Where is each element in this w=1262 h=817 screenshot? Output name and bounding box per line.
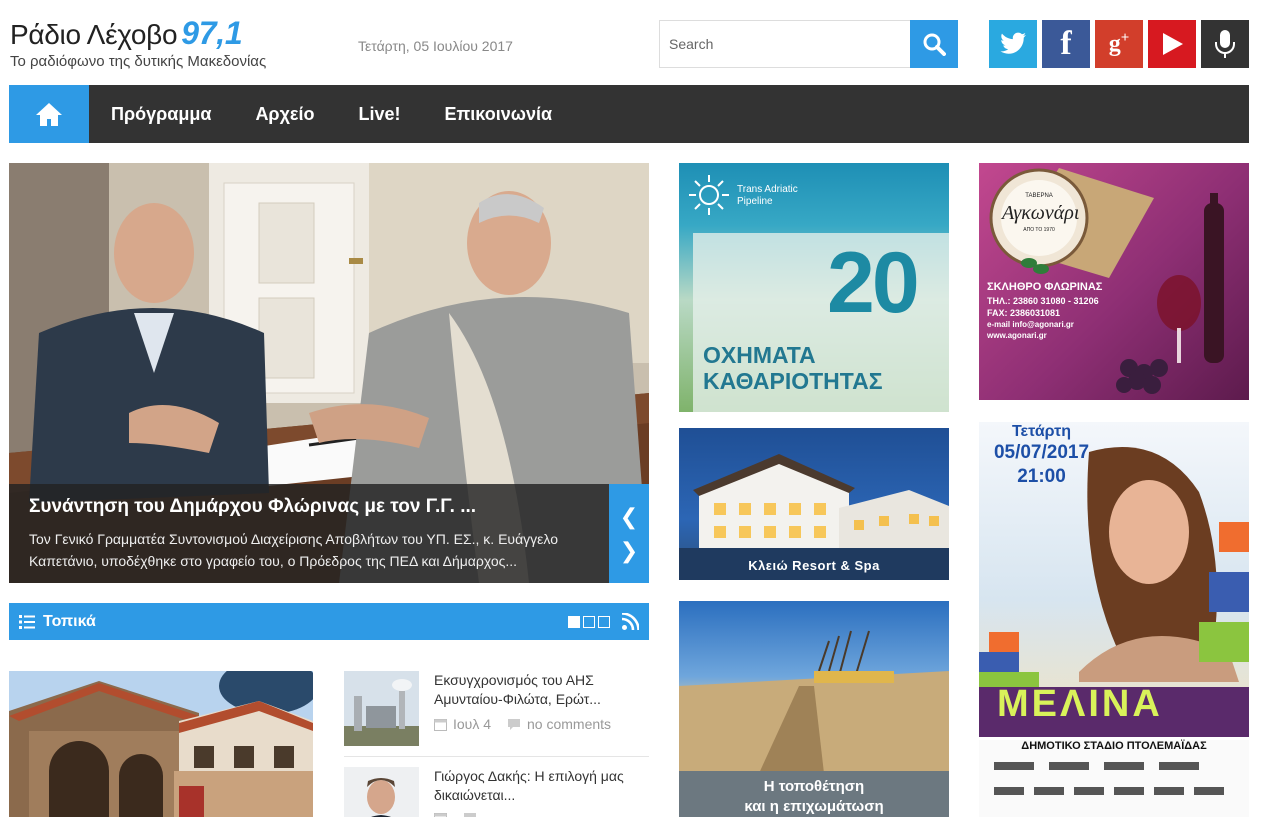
list-icon	[19, 614, 35, 629]
nav-item-program[interactable]: Πρόγραμμα	[89, 85, 233, 143]
twitter-button[interactable]	[989, 20, 1037, 68]
list-item-meta	[434, 812, 477, 817]
taverna-fax: FAX: 2386031081	[987, 308, 1061, 318]
logo-title: Ράδιο Λέχοβο 97,1	[10, 16, 320, 52]
list-item-date-text: Ιουλ 4	[453, 716, 492, 732]
calendar-icon	[434, 718, 447, 731]
search-button[interactable]	[910, 20, 958, 68]
chevron-left-icon[interactable]: ❮	[620, 505, 638, 528]
home-button[interactable]	[9, 85, 89, 143]
taverna-tel: ΤΗΛ.: 23860 31080 - 31206	[987, 296, 1099, 306]
youtube-button[interactable]	[1148, 20, 1196, 68]
section-pager	[568, 615, 610, 628]
section-title: Τοπικά	[43, 612, 96, 630]
search-input[interactable]	[659, 20, 910, 68]
list-item: Γιώργος Δακής: Η επιλογή μας δικαιώνεται…	[344, 767, 649, 817]
tap-line-2: ΚΑΘΑΡΙΟΤΗΤΑΣ	[703, 368, 883, 394]
list-divider	[344, 756, 649, 757]
featured-slider[interactable]: Συνάντηση του Δημάρχου Φλώρινας με τον Γ…	[9, 163, 649, 583]
facebook-icon: f	[1060, 25, 1072, 62]
search-form	[659, 20, 958, 68]
taverna-banner-ad[interactable]: ΤΑΒΕΡΝΑ Αγκωνάρι ΑΠΟ ΤΟ 1970 ΣΚΛΗΘΡΟ ΦΛΩ…	[979, 163, 1249, 400]
logo-frequency: 97,1	[181, 15, 243, 51]
concert-artist: ΜΕΛΙΝΑ	[997, 683, 1163, 725]
list-item-thumbnail[interactable]	[344, 671, 419, 746]
list-item-title[interactable]: Γιώργος Δακής: Η επιλογή μας δικαιώνεται…	[434, 767, 649, 805]
pager-dot-2[interactable]	[583, 615, 595, 628]
tap-brand: Trans Adriatic Pipeline	[737, 184, 798, 207]
list-item-comments[interactable]: no comments	[507, 716, 611, 732]
google-plus-button[interactable]: g+	[1095, 20, 1143, 68]
logo-name: Ράδιο Λέχοβο	[10, 19, 178, 50]
search-icon	[923, 33, 946, 56]
section-header-local: Τοπικά	[9, 603, 649, 640]
concert-day: Τετάρτη	[1011, 423, 1072, 440]
taverna-sign-3: ΑΠΟ ΤΟ 1970	[1023, 227, 1055, 233]
tap-sun-icon	[689, 175, 729, 215]
microphone-icon	[1215, 30, 1235, 58]
list-item-date	[434, 812, 447, 817]
home-icon	[36, 103, 62, 126]
logo-tagline: Το ραδιόφωνο της δυτικής Μακεδονίας	[10, 53, 267, 70]
chevron-right-icon[interactable]: ❯	[620, 539, 638, 562]
slider-title[interactable]: Συνάντηση του Δημάρχου Φλώρινας με τον Γ…	[29, 494, 589, 520]
youtube-icon	[1163, 33, 1183, 55]
nav-item-archive[interactable]: Αρχείο	[233, 85, 336, 143]
pipeline-line-2: και η επιχωμάτωση	[744, 798, 884, 815]
pager-dot-1[interactable]	[568, 615, 580, 628]
taverna-web: www.agonari.gr	[987, 331, 1047, 340]
pipeline-banner-ad[interactable]: Η τοποθέτηση και η επιχωμάτωση	[679, 601, 949, 817]
list-item-thumbnail[interactable]	[344, 767, 419, 817]
list-item: Εκσυγχρονισμός του ΑΗΣ Αμυνταίου-Φιλώτα,…	[344, 671, 649, 751]
rss-icon[interactable]	[622, 613, 639, 630]
slider-excerpt: Τον Γενικό Γραμματέα Συντονισμού Διαχείρ…	[29, 531, 558, 569]
resort-banner-ad[interactable]: Κλειώ Resort & Spa	[679, 428, 949, 580]
concert-date: 05/07/2017	[993, 442, 1090, 463]
taverna-sign-2: Αγκωνάρι	[1002, 202, 1080, 224]
list-item-comments[interactable]	[463, 812, 477, 817]
portrait-photo	[344, 767, 419, 817]
concert-time: 21:00	[1017, 466, 1066, 487]
comment-icon	[464, 813, 476, 817]
pipeline-line-1: Η τοποθέτηση	[763, 778, 865, 795]
list-item-comments-text: no comments	[527, 716, 612, 732]
slider-caption: Συνάντηση του Δημάρχου Φλώρινας με τον Γ…	[9, 484, 609, 583]
slider-arrows: ❮ ❯	[609, 484, 649, 583]
nav-item-live[interactable]: Live!	[336, 85, 422, 143]
facebook-button[interactable]: f	[1042, 20, 1090, 68]
tap-line-1: ΟΧΗΜΑΤΑ	[703, 342, 816, 368]
concert-banner-ad[interactable]: Τετάρτη 05/07/2017 21:00 ΜΕΛΙΝΑ ΔΗΜΟΤΙΚΟ…	[979, 422, 1249, 817]
current-date: Τετάρτη, 05 Ιουλίου 2017	[358, 38, 513, 54]
feature-photo	[9, 671, 313, 817]
site-logo[interactable]: Ράδιο Λέχοβο 97,1 Το ραδιόφωνο της δυτική…	[10, 16, 320, 76]
taverna-email: e-mail info@agonari.gr	[987, 320, 1074, 329]
twitter-icon	[1000, 32, 1026, 54]
list-item-meta: Ιουλ 4 no comments	[434, 716, 611, 732]
list-item-date: Ιουλ 4	[434, 716, 491, 732]
microphone-button[interactable]	[1201, 20, 1249, 68]
nav-item-contact[interactable]: Επικοινωνία	[423, 85, 575, 143]
tap-number: 20	[827, 235, 920, 331]
social-links: f g+	[989, 20, 1249, 68]
pager-dot-3[interactable]	[598, 615, 610, 628]
resort-label: Κλειώ Resort & Spa	[748, 558, 880, 573]
tap-banner-ad[interactable]: Trans Adriatic Pipeline 20 ΟΧΗΜΑΤΑ ΚΑΘΑΡ…	[679, 163, 949, 412]
power-plant-photo	[344, 671, 419, 746]
concert-venue: ΔΗΜΟΤΙΚΟ ΣΤΑΔΙΟ ΠΤΟΛΕΜΑΪΔΑΣ	[1021, 740, 1207, 752]
main-nav: Πρόγραμμα Αρχείο Live! Επικοινωνία	[9, 85, 1249, 143]
calendar-icon	[434, 813, 447, 817]
comment-icon	[508, 718, 521, 730]
taverna-place: ΣΚΛΗΘΡΟ ΦΛΩΡΙΝΑΣ	[987, 281, 1103, 293]
taverna-sign-1: ΤΑΒΕΡΝΑ	[1025, 193, 1053, 199]
local-feature-image[interactable]	[9, 671, 313, 817]
list-item-title[interactable]: Εκσυγχρονισμός του ΑΗΣ Αμυνταίου-Φιλώτα,…	[434, 671, 649, 709]
google-plus-icon: g+	[1108, 30, 1130, 57]
